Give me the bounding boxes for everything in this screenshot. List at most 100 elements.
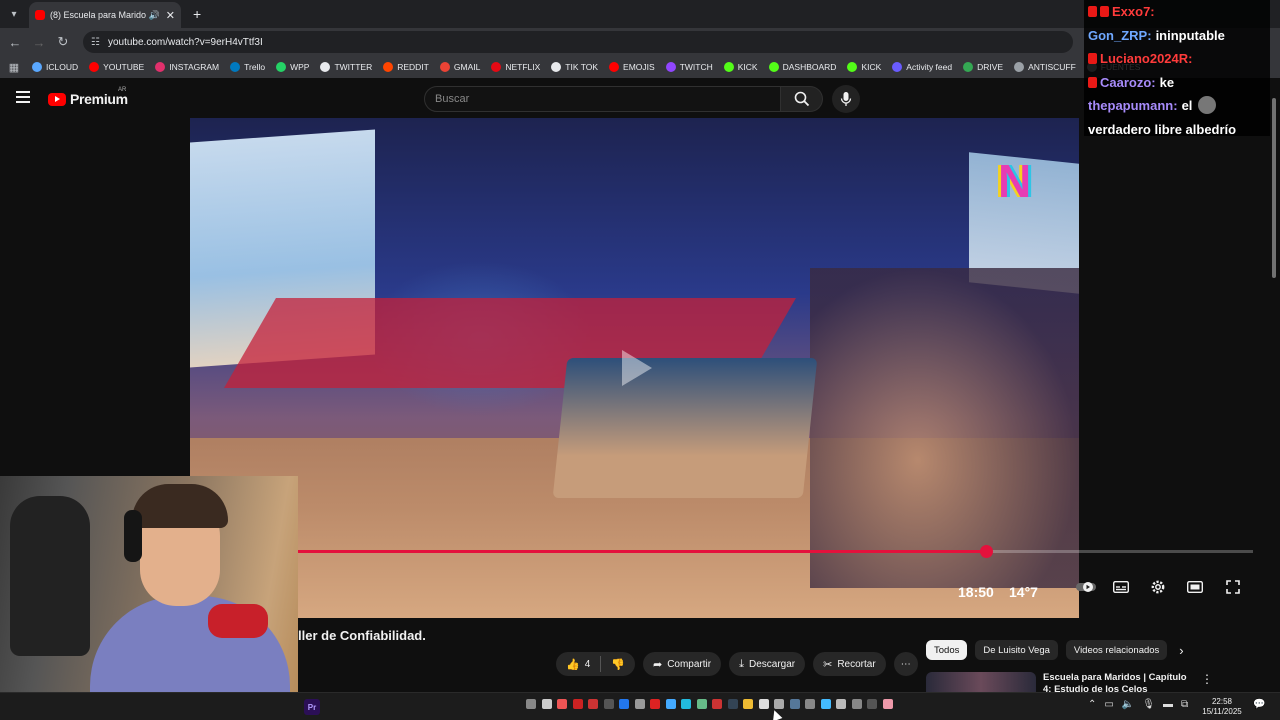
kebab-menu-icon[interactable]: ⋮: [1201, 672, 1213, 692]
back-icon[interactable]: ←: [3, 35, 27, 50]
progress-scrubber[interactable]: [979, 545, 993, 558]
display-icon[interactable]: ⧉: [1181, 699, 1188, 710]
battery-icon[interactable]: ▬: [1163, 699, 1173, 710]
bookmark-emojis[interactable]: EMOJIS: [609, 62, 655, 72]
taskbar-app-icon[interactable]: [696, 699, 707, 709]
url-field[interactable]: ☷ youtube.com/watch?v=9erH4vTtf3I: [83, 31, 1073, 53]
subtitles-button[interactable]: [1110, 578, 1132, 596]
more-actions-button[interactable]: ⋯: [893, 652, 918, 676]
new-tab-icon[interactable]: +: [193, 6, 201, 22]
tab-active[interactable]: (8) Escuela para Maridos | C 🔊 ✕: [29, 2, 181, 28]
taskbar-app-icon[interactable]: [836, 699, 846, 709]
taskbar-app-icon[interactable]: [650, 699, 660, 709]
chevron-right-icon[interactable]: ›: [1179, 643, 1183, 658]
chat-username[interactable]: Luciano2024R:: [1100, 51, 1192, 66]
bookmark-wpp[interactable]: WPP: [276, 62, 309, 72]
bookmark-kick[interactable]: KICK: [723, 62, 758, 72]
taskbar-app-icon[interactable]: [758, 699, 769, 709]
bookmark-label: ICLOUD: [46, 62, 79, 72]
taskbar-app-icon[interactable]: [603, 699, 614, 709]
taskbar-app-icon[interactable]: [588, 699, 598, 709]
recommended-title[interactable]: Escuela para Maridos | Capítulo 4: Estud…: [1043, 672, 1193, 692]
taskbar-app-icon[interactable]: [681, 699, 691, 709]
chip-channel[interactable]: De Luisito Vega: [975, 640, 1058, 660]
network-icon[interactable]: ▭: [1104, 699, 1113, 710]
bookmark-icloud[interactable]: ICLOUD: [32, 62, 78, 72]
share-button[interactable]: ➦ Compartir: [642, 652, 722, 676]
recommended-video[interactable]: Escuela para Maridos | Capítulo 4: Estud…: [926, 672, 1266, 692]
chat-username[interactable]: Caarozo:: [1100, 75, 1156, 90]
fullscreen-button[interactable]: [1222, 578, 1244, 596]
page-scrollbar[interactable]: [1270, 88, 1278, 692]
bookmark-netflix[interactable]: NETFLIX: [491, 62, 540, 72]
recommended-thumbnail[interactable]: [926, 672, 1036, 692]
bookmark-trello[interactable]: Trello: [230, 62, 265, 72]
bookmark-kick[interactable]: KICK: [847, 62, 881, 72]
progress-bar[interactable]: [298, 545, 1253, 558]
chat-text: verdadero libre albedrío: [1088, 121, 1237, 137]
voice-search-button[interactable]: [832, 85, 860, 113]
chevron-up-icon[interactable]: ⌃: [1088, 699, 1096, 710]
taskbar-app-icon[interactable]: [557, 699, 567, 709]
reload-icon[interactable]: ↻: [51, 34, 75, 50]
theater-mode-button[interactable]: [1184, 578, 1206, 596]
dislike-icon[interactable]: 👎: [611, 658, 625, 671]
system-clock[interactable]: 22:58 15/11/2025: [1198, 697, 1246, 717]
notification-icon[interactable]: 💬: [1253, 699, 1265, 710]
chat-message: Luciano2024R:: [1088, 47, 1270, 71]
apps-grid-icon[interactable]: ▦: [2, 61, 26, 74]
mic-tray-icon[interactable]: 🎙: [1142, 699, 1155, 710]
bookmark-reddit[interactable]: REDDIT: [383, 62, 429, 72]
bookmark-twitter[interactable]: TWITTER: [320, 62, 372, 72]
share-icon: ➦: [652, 658, 663, 671]
speaker-icon[interactable]: 🔊: [149, 10, 160, 21]
taskbar-app-icon[interactable]: [727, 699, 738, 709]
bookmark-gmail[interactable]: GMAIL: [439, 62, 480, 72]
taskbar-app-icon[interactable]: [789, 699, 800, 709]
volume-icon[interactable]: 🔈: [1122, 699, 1134, 710]
scrollbar-thumb[interactable]: [1272, 98, 1276, 278]
taskbar-app-icon[interactable]: [774, 699, 784, 709]
autoplay-toggle[interactable]: [1076, 578, 1098, 596]
bookmark-activity-feed[interactable]: Activity feed: [892, 62, 952, 72]
close-tab-icon[interactable]: ✕: [166, 9, 175, 22]
menu-icon[interactable]: [16, 91, 30, 103]
chat-username[interactable]: thepapumann:: [1088, 98, 1178, 113]
clip-button[interactable]: ✂ Recortar: [813, 652, 886, 676]
search-input[interactable]: Buscar: [424, 86, 781, 112]
taskbar-app-icon[interactable]: [526, 699, 536, 709]
bookmark-drive[interactable]: DRIVE: [963, 62, 1003, 72]
tab-search-icon[interactable]: ▾: [3, 3, 25, 25]
taskbar-app-icon[interactable]: [712, 699, 722, 709]
youtube-premium-logo[interactable]: Premium AR: [48, 87, 128, 107]
premiere-pro-icon[interactable]: Pr: [304, 699, 320, 715]
bookmark-twitch[interactable]: TWITCH: [665, 62, 713, 72]
chat-username[interactable]: Exxo7:: [1112, 4, 1155, 19]
taskbar-app-icon[interactable]: [743, 699, 753, 709]
taskbar-app-icon[interactable]: [572, 699, 583, 709]
video-player[interactable]: N: [190, 118, 1079, 618]
chat-username[interactable]: Gon_ZRP:: [1088, 28, 1152, 43]
search-button[interactable]: [781, 86, 823, 112]
chip-all[interactable]: Todos: [926, 640, 968, 660]
taskbar-app-icon[interactable]: [851, 699, 862, 709]
bookmark-tik-tok[interactable]: TIK TOK: [551, 62, 598, 72]
settings-button[interactable]: [1147, 578, 1169, 596]
bookmark-youtube[interactable]: YOUTUBE: [89, 62, 144, 72]
site-info-icon[interactable]: ☷: [91, 37, 100, 48]
taskbar-app-icon[interactable]: [619, 699, 629, 709]
download-button[interactable]: ⤓ Descargar: [729, 652, 806, 676]
taskbar-app-icon[interactable]: [820, 699, 831, 709]
bookmark-antiscuff[interactable]: ANTISCUFF: [1014, 62, 1076, 72]
taskbar-app-icon[interactable]: [634, 699, 645, 709]
taskbar-app-icon[interactable]: [665, 699, 676, 709]
taskbar-app-icon[interactable]: [867, 699, 877, 709]
taskbar-app-icon[interactable]: [882, 699, 893, 709]
like-icon[interactable]: 👍: [566, 658, 580, 671]
taskbar-app-icon[interactable]: [805, 699, 815, 709]
forward-icon[interactable]: →: [27, 35, 51, 50]
chip-related[interactable]: Videos relacionados: [1065, 640, 1168, 660]
bookmark-instagram[interactable]: INSTAGRAM: [155, 62, 219, 72]
taskbar-app-icon[interactable]: [541, 699, 552, 709]
bookmark-dashboard[interactable]: DASHBOARD: [768, 62, 836, 72]
